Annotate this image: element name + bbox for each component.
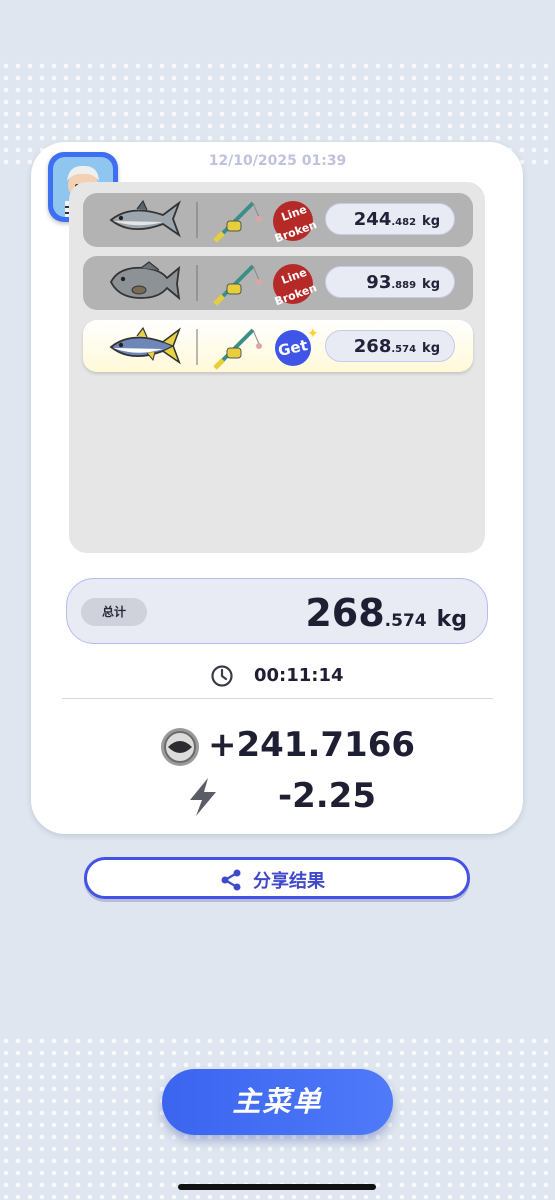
catch-weight: 244.482 kg xyxy=(325,203,455,235)
home-indicator[interactable] xyxy=(178,1184,376,1190)
fishing-rod-icon xyxy=(213,328,262,370)
lightning-icon xyxy=(190,778,216,816)
sparkle-icon: ✦ xyxy=(307,326,319,342)
main-menu-label: 主菜单 xyxy=(232,1085,323,1118)
share-icon xyxy=(221,869,241,891)
main-menu-button[interactable]: 主菜单 xyxy=(162,1069,393,1135)
total-weight-value: 268.574 kg xyxy=(305,591,467,635)
line-broken-badge: Line Broken xyxy=(273,264,319,309)
catch-weight: 93.889 kg xyxy=(325,266,455,298)
total-label: 总计 xyxy=(81,598,147,626)
energy-delta-value: -2.25 xyxy=(278,776,376,816)
total-weight-panel: 总计 268.574 kg xyxy=(66,578,488,644)
row-divider xyxy=(196,265,198,301)
catch-row[interactable]: Get ✦ 268.574 kg xyxy=(83,320,473,372)
get-badge: Get xyxy=(275,330,311,366)
catch-weight: 268.574 kg xyxy=(325,330,455,362)
row-divider xyxy=(196,329,198,365)
share-button-label: 分享结果 xyxy=(253,871,325,892)
section-divider xyxy=(62,698,493,699)
line-broken-badge: Line Broken xyxy=(273,201,319,246)
coin-icon xyxy=(161,728,199,766)
duration-value: 00:11:14 xyxy=(254,665,344,686)
grouper-icon xyxy=(109,261,181,301)
tuna-icon xyxy=(109,326,181,365)
catch-row[interactable]: Line Broken 244.482 kg xyxy=(83,193,473,247)
row-divider xyxy=(196,202,198,238)
fishing-rod-icon xyxy=(213,201,262,243)
catch-row[interactable]: Line Broken 93.889 kg xyxy=(83,256,473,310)
fishing-rod-icon xyxy=(213,264,262,306)
tuna-icon xyxy=(109,199,181,238)
clock-icon xyxy=(211,665,233,687)
coin-delta-value: +241.7166 xyxy=(208,725,416,765)
share-result-button[interactable]: 分享结果 xyxy=(84,857,470,899)
